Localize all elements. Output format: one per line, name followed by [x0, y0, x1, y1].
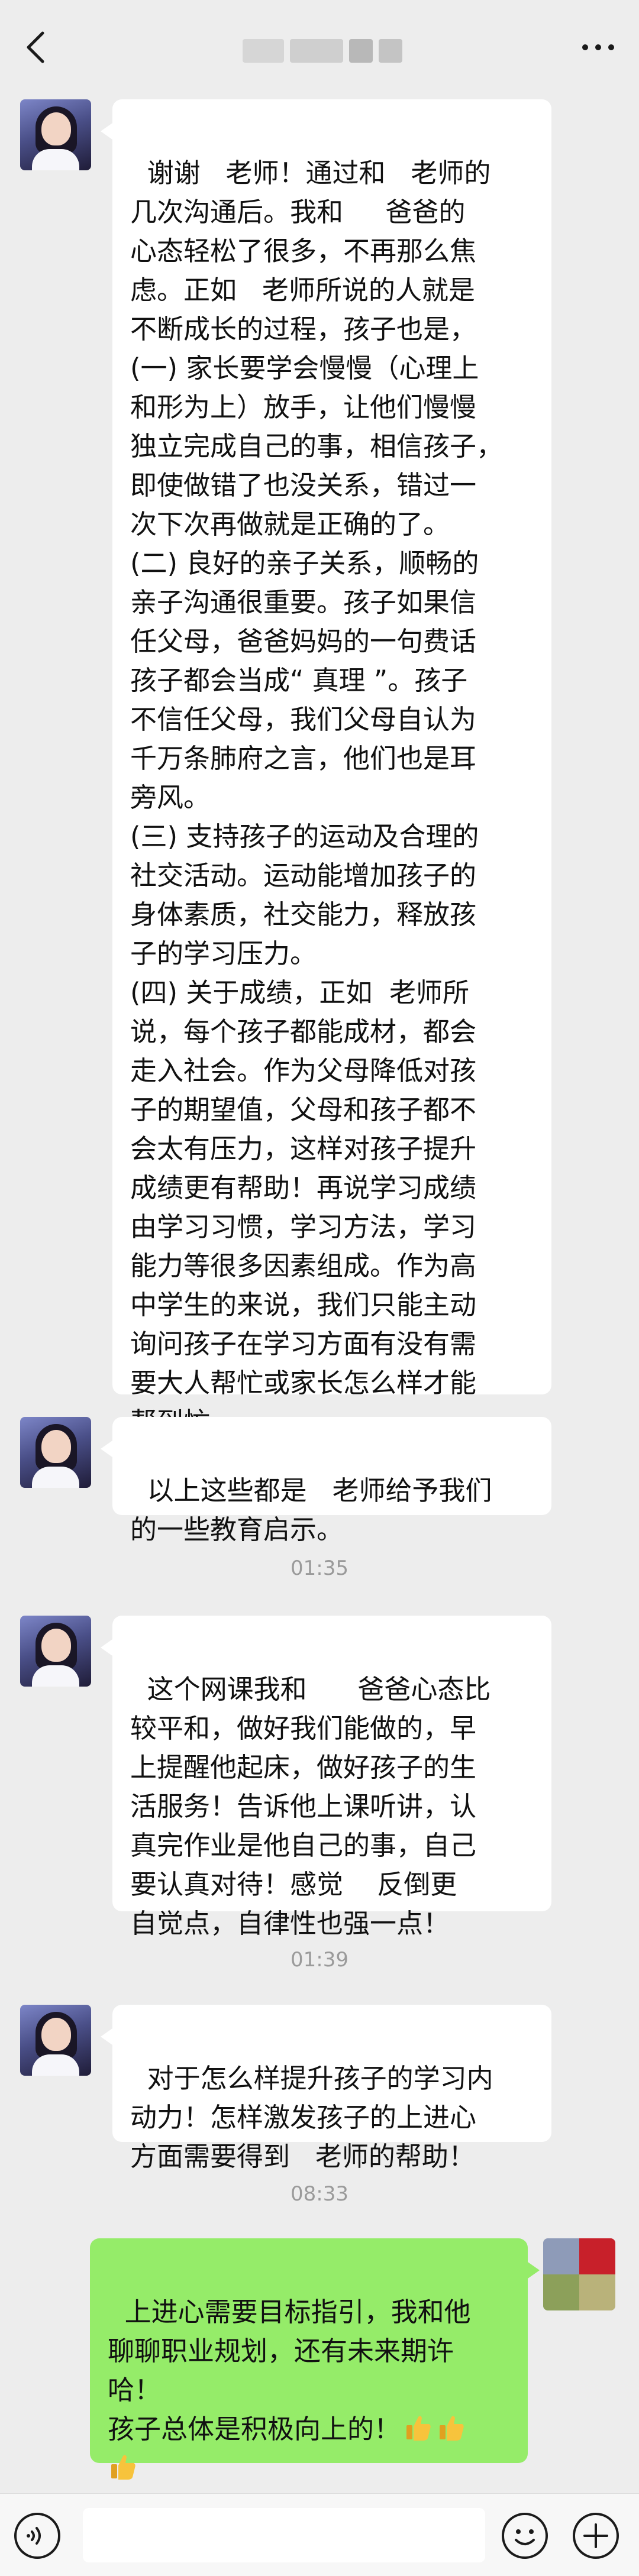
sender-avatar[interactable] — [20, 1417, 91, 1488]
chat-header — [0, 0, 639, 95]
self-avatar[interactable] — [543, 2238, 615, 2310]
timestamp: 01:35 — [291, 1556, 348, 1580]
plus-icon — [573, 2513, 619, 2559]
message-bubble[interactable]: 以上这些都是 老师给予我们 的一些教育启示。 — [101, 1417, 551, 1545]
message-bubble[interactable]: 对于怎么样提升孩子的学习内 动力！怎样激发孩子的上进心 方面需要得到 老师的帮助… — [101, 2005, 551, 2172]
emoji-icon — [502, 2513, 548, 2559]
input-bar — [0, 2493, 639, 2576]
emoji-button[interactable] — [501, 2512, 549, 2560]
thumbs-up-icon — [440, 2416, 464, 2441]
message-bubble-self[interactable]: 上进心需要目标指引，我和他 聊聊职业规划，还有未来期许 哈！ 孩子总体是积极向上… — [90, 2238, 540, 2480]
chat-title — [243, 37, 402, 65]
voice-button[interactable] — [13, 2512, 62, 2560]
sender-avatar[interactable] — [20, 99, 91, 170]
message-bubble[interactable]: 这个网课我和 爸爸心态比 较平和，做好我们能做的，早 上提醒他起床，做好孩子的生… — [101, 1616, 551, 1939]
message-text: 这个网课我和 爸爸心态比 较平和，做好我们能做的，早 上提醒他起床，做好孩子的生… — [130, 1674, 491, 1939]
message-text: 对于怎么样提升孩子的学习内 动力！怎样激发孩子的上进心 方面需要得到 老师的帮助… — [130, 2063, 493, 2172]
more-functions-button[interactable] — [572, 2512, 620, 2560]
timestamp: 01:39 — [291, 1948, 348, 1972]
message-text: 谢谢 老师！通过和 老师的 几次沟通后。我和 爸爸的 心态轻松了很多，不再那么焦… — [130, 157, 504, 1438]
message-input[interactable] — [83, 2508, 485, 2562]
sender-avatar[interactable] — [20, 2005, 91, 2076]
back-button[interactable] — [18, 24, 53, 71]
chevron-left-icon — [27, 31, 44, 63]
voice-icon — [14, 2513, 60, 2559]
message-bubble[interactable]: 谢谢 老师！通过和 老师的 几次沟通后。我和 爸爸的 心态轻松了很多，不再那么焦… — [101, 99, 551, 1438]
more-options-button[interactable] — [577, 24, 619, 71]
sender-avatar[interactable] — [20, 1616, 91, 1687]
more-dots-icon — [582, 44, 614, 50]
message-text: 以上这些都是 老师给予我们 的一些教育启示。 — [130, 1475, 492, 1545]
thumbs-up-icon — [406, 2416, 431, 2441]
thumbs-up-icon — [111, 2455, 135, 2480]
timestamp: 08:33 — [291, 2182, 348, 2206]
